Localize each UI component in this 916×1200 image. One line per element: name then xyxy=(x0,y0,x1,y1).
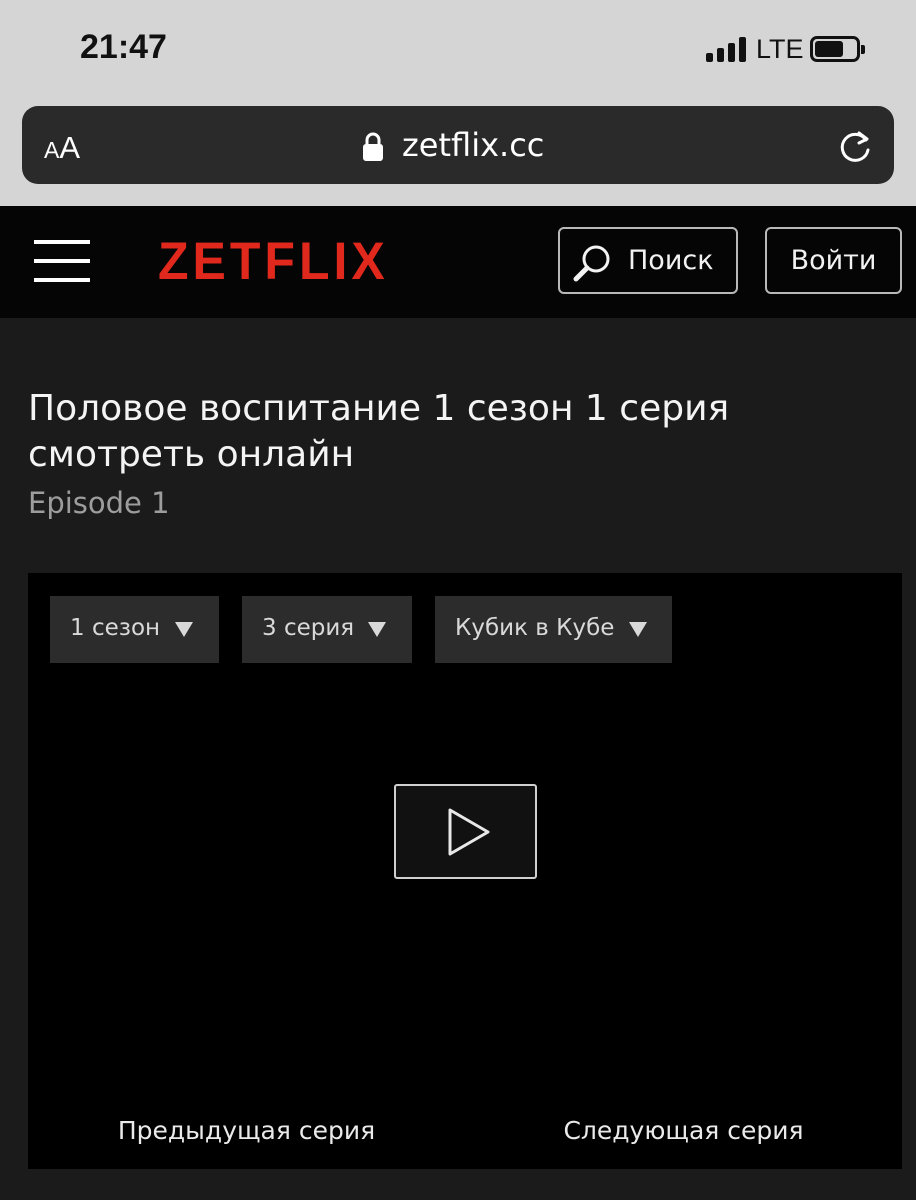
voiceover-select-value: Кубик в Кубе xyxy=(455,615,615,641)
chevron-down-icon xyxy=(629,622,647,637)
search-button[interactable]: Поиск xyxy=(558,227,738,294)
site-logo[interactable]: ZETFLIX xyxy=(158,231,389,292)
status-time: 21:47 xyxy=(80,28,167,66)
login-label: Войти xyxy=(790,245,877,276)
text-size-small: A xyxy=(44,137,60,163)
reload-icon[interactable] xyxy=(836,128,874,166)
episode-select-value: 3 серия xyxy=(262,615,355,641)
network-type: LTE xyxy=(756,34,804,64)
lock-icon xyxy=(363,132,383,161)
browser-toolbar: AA zetflix.cc xyxy=(0,100,916,206)
play-icon xyxy=(448,808,490,856)
season-select[interactable]: 1 сезон xyxy=(50,596,219,663)
episode-subtitle: Episode 1 xyxy=(28,486,170,520)
url-text[interactable]: zetflix.cc xyxy=(402,126,544,164)
page-title: Половое воспитание 1 сезон 1 серия смотр… xyxy=(28,388,730,475)
login-button[interactable]: Войти xyxy=(765,227,902,294)
menu-icon[interactable] xyxy=(34,240,90,284)
episode-navigation: Предыдущая серия Следующая серия xyxy=(28,1091,902,1169)
previous-episode-button[interactable]: Предыдущая серия xyxy=(28,1091,465,1169)
status-bar: 21:47 LTE xyxy=(0,0,916,100)
text-size-button[interactable]: AA xyxy=(44,130,80,166)
address-bar[interactable]: AA zetflix.cc xyxy=(22,106,894,184)
search-label: Поиск xyxy=(628,245,714,276)
battery-icon xyxy=(810,36,865,62)
signal-icon xyxy=(706,36,748,62)
search-icon xyxy=(573,245,610,282)
site-header: ZETFLIX Поиск Войти xyxy=(0,206,916,318)
next-episode-button[interactable]: Следующая серия xyxy=(465,1091,902,1169)
chevron-down-icon xyxy=(175,622,193,637)
episode-select[interactable]: 3 серия xyxy=(242,596,412,663)
voiceover-select[interactable]: Кубик в Кубе xyxy=(435,596,672,663)
season-select-value: 1 сезон xyxy=(70,615,161,641)
chevron-down-icon xyxy=(368,622,386,637)
play-button[interactable] xyxy=(394,784,537,879)
text-size-big: A xyxy=(59,130,81,165)
video-player[interactable]: 1 сезон 3 серия Кубик в Кубе Предыдущая … xyxy=(28,573,902,1169)
